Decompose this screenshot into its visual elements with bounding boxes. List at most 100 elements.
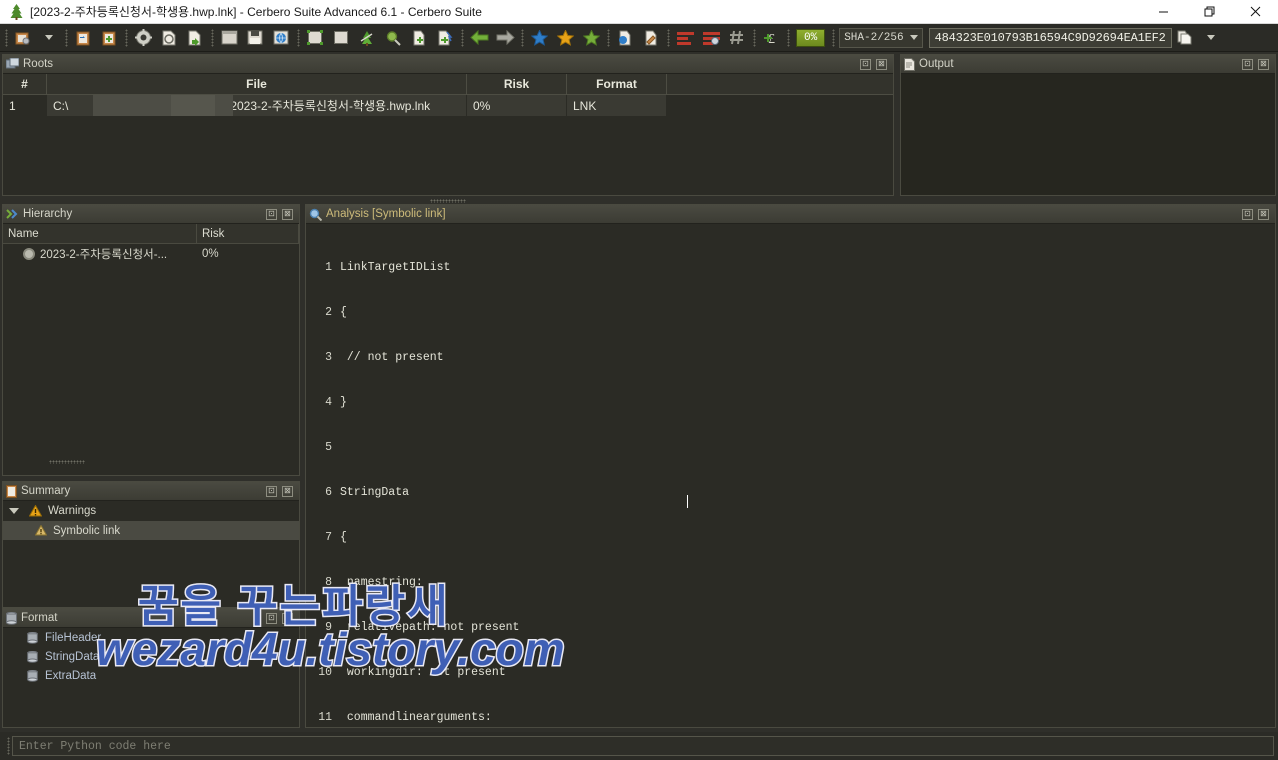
roots-icon [6, 58, 19, 70]
hierarchy-col-name[interactable]: Name [3, 224, 197, 243]
maximize-icon[interactable]: ⊡ [266, 612, 277, 624]
blank-region-icon[interactable] [328, 26, 354, 50]
close-icon[interactable]: ⊠ [1258, 58, 1269, 70]
add-document-icon[interactable] [406, 26, 432, 50]
table-row[interactable]: 1 C:\ /2023-2-주차등록신청서-학생용.hwp.lnk 0% LNK [3, 95, 893, 116]
roots-col-file[interactable]: File [47, 74, 467, 94]
maximize-icon[interactable]: ⊡ [860, 58, 871, 70]
save-document-icon[interactable] [182, 26, 208, 50]
line-text: workingdir: not present [340, 666, 506, 679]
roots-col-index[interactable]: # [3, 74, 47, 94]
warning-icon [29, 505, 42, 517]
python-console-input[interactable]: Enter Python code here [12, 736, 1274, 756]
open-file-icon[interactable] [10, 26, 36, 50]
browser-globe-icon[interactable] [268, 26, 294, 50]
verify-document-icon[interactable] [432, 26, 458, 50]
analysis-panel-header: Analysis [Symbolic link] ⊡ ⊠ [306, 205, 1275, 224]
script-globe-icon[interactable] [612, 26, 638, 50]
format-item-label: FileHeader [45, 631, 102, 644]
minimize-button[interactable] [1140, 0, 1186, 24]
output-document-icon [904, 57, 915, 71]
maximize-icon[interactable]: ⊡ [1242, 208, 1253, 220]
bookmark-globe-icon[interactable] [526, 26, 552, 50]
summary-splitter[interactable] [143, 601, 179, 605]
find-magnifier-icon[interactable] [380, 26, 406, 50]
toolbar-separator [664, 28, 672, 48]
close-icon[interactable]: ⊠ [282, 485, 293, 497]
analysis-code-view[interactable]: 1 LinkTargetIDList 2{ 3 // not present 4}… [306, 224, 1275, 727]
summary-panel-title: Summary [21, 485, 71, 497]
currency-icon[interactable]: £ [758, 26, 784, 50]
scan-document-icon[interactable] [156, 26, 182, 50]
toolbar-separator [829, 28, 837, 48]
code-line: 7{ [306, 530, 1275, 545]
copy-icon[interactable] [1172, 26, 1198, 50]
analysis-panel: Analysis [Symbolic link] ⊡ ⊠ 1 LinkTarget… [305, 204, 1276, 728]
line-number: 2 [325, 306, 332, 319]
hierarchy-item-label: 2023-2-주차등록신청서-... [40, 248, 168, 261]
format-panel-body: FileHeader StringData ExtraData [3, 628, 299, 727]
back-arrow-icon[interactable] [466, 26, 492, 50]
horizontal-splitter[interactable] [430, 199, 466, 203]
add-clipboard-icon[interactable] [96, 26, 122, 50]
toolbar-separator [518, 28, 526, 48]
hex-layout-icon[interactable] [672, 26, 698, 50]
format-panel-header: Format ⊡ ⊠ [3, 609, 299, 628]
settings-gear-icon[interactable] [130, 26, 156, 50]
window-icon[interactable] [216, 26, 242, 50]
forward-arrow-icon[interactable] [492, 26, 518, 50]
bookmark-add-icon[interactable] [578, 26, 604, 50]
filter-tree-icon[interactable] [354, 26, 380, 50]
close-icon[interactable]: ⊠ [876, 58, 887, 70]
drag-grip-icon[interactable] [4, 736, 12, 756]
list-item[interactable]: FileHeader [3, 628, 299, 647]
title-bar: [2023-2-주차등록신청서-학생용.hwp.lnk] - Cerbero S… [0, 0, 1278, 24]
save-disk-icon[interactable] [242, 26, 268, 50]
analysis-panel-body[interactable]: 1 LinkTargetIDList 2{ 3 // not present 4}… [306, 224, 1275, 727]
open-dropdown-caret[interactable] [36, 26, 62, 50]
maximize-icon[interactable]: ⊡ [266, 485, 277, 497]
line-text: { [340, 306, 347, 319]
hierarchy-table-header: Name Risk [3, 224, 299, 244]
hash-algorithm-select[interactable]: SHA-2/256 [839, 27, 923, 48]
list-item[interactable]: Symbolic link [3, 521, 299, 540]
line-number: 1 [325, 261, 332, 274]
magnifier-icon [309, 208, 322, 221]
list-item[interactable]: StringData [3, 647, 299, 666]
close-icon[interactable]: ⊠ [1258, 208, 1269, 220]
list-item[interactable]: 2023-2-주차등록신청서-... 0% [3, 244, 299, 263]
select-region-icon[interactable] [302, 26, 328, 50]
paste-clipboard-icon[interactable] [70, 26, 96, 50]
hash-value-field[interactable]: 484323E010793B16594C9D92694EA1EF2 [928, 27, 1172, 48]
output-panel-body[interactable] [901, 74, 1275, 195]
maximize-icon[interactable]: ⊡ [266, 208, 277, 220]
line-number: 4 [325, 396, 332, 409]
summary-group-warnings[interactable]: Warnings [3, 501, 299, 521]
copy-dropdown-caret[interactable] [1198, 26, 1224, 50]
chevron-down-icon [909, 35, 918, 40]
risk-badge[interactable]: 0% [796, 28, 826, 47]
line-text: LinkTargetIDList [340, 261, 451, 274]
close-icon[interactable]: ⊠ [282, 612, 293, 624]
roots-col-risk[interactable]: Risk [467, 74, 567, 94]
hash-icon[interactable] [724, 26, 750, 50]
maximize-icon[interactable]: ⊡ [1242, 58, 1253, 70]
hex-inspect-icon[interactable] [698, 26, 724, 50]
close-icon[interactable]: ⊠ [282, 208, 293, 220]
summary-panel-buttons: ⊡ ⊠ [266, 485, 296, 497]
line-text: namestring: [340, 576, 423, 589]
bookmark-star-icon[interactable] [552, 26, 578, 50]
close-button[interactable] [1232, 0, 1278, 24]
roots-col-format[interactable]: Format [567, 74, 667, 94]
hierarchy-splitter[interactable] [49, 460, 85, 464]
script-edit-icon[interactable] [638, 26, 664, 50]
restore-button[interactable] [1186, 0, 1232, 24]
roots-file-prefix: C:\ [53, 98, 69, 113]
hierarchy-col-risk[interactable]: Risk [197, 224, 299, 243]
code-line: 3 // not present [306, 350, 1275, 365]
summary-clipboard-icon [6, 484, 17, 498]
format-panel-buttons: ⊡ ⊠ [266, 612, 296, 624]
db-icon [27, 669, 38, 682]
triangle-down-icon[interactable] [9, 508, 19, 514]
list-item[interactable]: ExtraData [3, 666, 299, 685]
